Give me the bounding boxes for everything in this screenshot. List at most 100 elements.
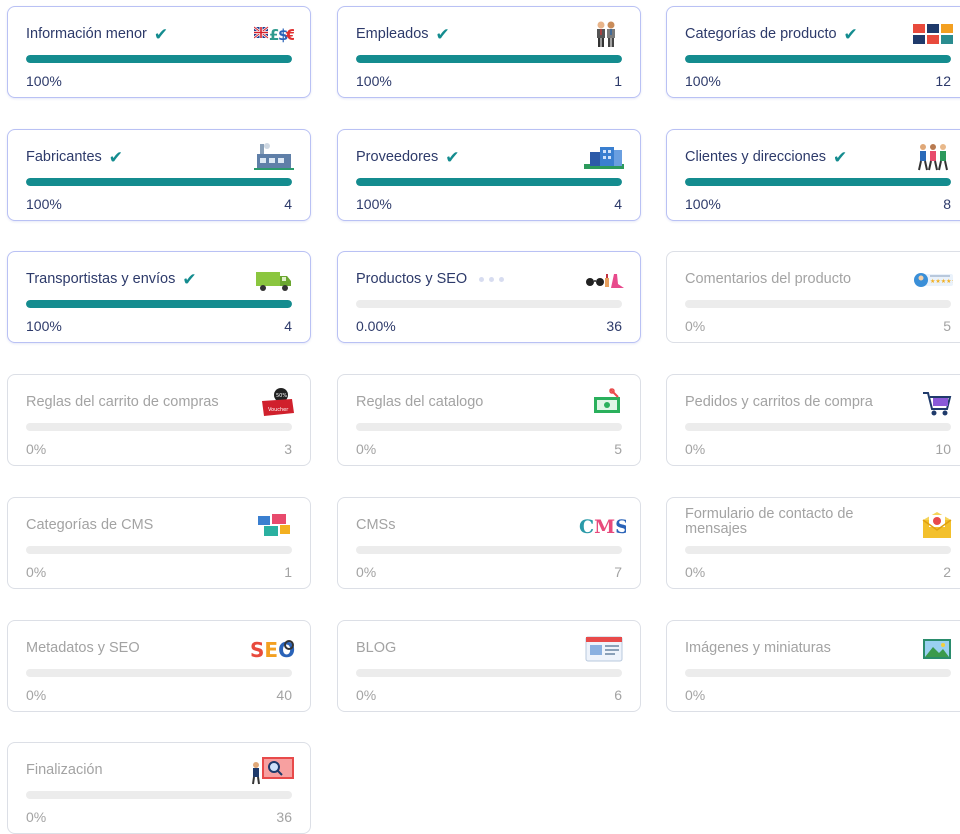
progress-percent: 100% <box>685 196 721 212</box>
reviews-icon: ★★★★★ <box>914 273 953 287</box>
category-grid-icon <box>913 24 953 44</box>
svg-text:CMS: CMS <box>579 516 626 538</box>
seo-icon: SEO <box>250 638 295 662</box>
step-card-carriers[interactable]: Transportistas y envíos ✔ 100% 4 <box>7 251 311 343</box>
step-card-product-reviews[interactable]: Comentarios del producto ★★★★★ 0% 5 <box>666 251 960 343</box>
step-card-catalog-rules[interactable]: Reglas del catalogo 0% 5 <box>337 374 641 466</box>
step-card-finalization[interactable]: Finalización 0% 36 <box>7 742 311 834</box>
progress-percent: 100% <box>356 196 392 212</box>
progress-percent: 0% <box>26 441 47 457</box>
check-icon: ✔ <box>108 147 124 167</box>
finalization-icon <box>252 757 294 785</box>
customers-icon <box>918 144 948 171</box>
step-title: Clientes y direcciones ✔ <box>685 147 848 167</box>
step-card-orders-carts[interactable]: Pedidos y carritos de compra 0% 10 <box>666 374 960 466</box>
progress-percent: 0% <box>26 687 47 703</box>
blog-icon <box>585 636 623 662</box>
step-card-contact-messages[interactable]: Formulario de contacto de mensajes 0% 2 <box>666 497 960 589</box>
progress-bar <box>26 300 292 308</box>
step-title: Categorías de producto ✔ <box>685 24 858 44</box>
loading-dots-icon <box>479 276 505 282</box>
progress-bar <box>685 546 951 554</box>
item-count: 1 <box>284 564 292 580</box>
step-title: Transportistas y envíos ✔ <box>26 269 197 289</box>
progress-percent: 100% <box>26 196 62 212</box>
item-count: 10 <box>935 441 951 457</box>
step-title: Reglas del carrito de compras <box>26 393 219 410</box>
step-title: Categorías de CMS <box>26 516 154 533</box>
progress-percent: 0% <box>26 809 47 825</box>
check-icon: ✔ <box>843 24 858 44</box>
step-title: Empleados ✔ <box>356 24 450 44</box>
progress-bar <box>685 669 951 677</box>
step-title: Finalización <box>26 761 103 778</box>
progress-bar <box>26 791 292 799</box>
step-title: Información menor ✔ <box>26 24 169 44</box>
step-card-suppliers[interactable]: Proveedores ✔ 100% 4 <box>337 129 641 221</box>
cms-categories-icon <box>258 514 290 536</box>
progress-bar <box>685 55 951 63</box>
progress-bar <box>26 178 292 186</box>
progress-percent: 0% <box>685 318 706 334</box>
progress-percent: 0% <box>356 564 377 580</box>
item-count: 5 <box>614 441 622 457</box>
progress-bar <box>356 300 622 308</box>
check-icon: ✔ <box>153 24 169 44</box>
progress-percent: 0% <box>356 687 377 703</box>
envelope-icon <box>922 512 952 538</box>
step-card-cart-rules[interactable]: Reglas del carrito de compras 50% Vouche… <box>7 374 311 466</box>
item-count: 5 <box>943 318 951 334</box>
svg-text:€: € <box>285 26 294 44</box>
check-icon: ✔ <box>182 269 197 289</box>
progress-percent: 100% <box>26 73 62 89</box>
progress-percent: 100% <box>685 73 721 89</box>
factory-icon <box>254 143 294 170</box>
step-card-minor-info[interactable]: Información menor ✔ £ $ € 100% <box>7 6 311 98</box>
step-card-blog[interactable]: BLOG 0% 6 <box>337 620 641 712</box>
item-count: 40 <box>276 687 292 703</box>
item-count: 4 <box>614 196 622 212</box>
item-count: 6 <box>614 687 622 703</box>
truck-icon <box>256 272 291 291</box>
step-card-images-thumbnails[interactable]: Imágenes y miniaturas 0% <box>666 620 960 712</box>
step-title: Metadatos y SEO <box>26 639 140 656</box>
cms-text-icon: CMS <box>579 516 626 538</box>
item-count: 7 <box>614 564 622 580</box>
step-title: Comentarios del producto <box>685 270 852 287</box>
progress-bar <box>26 55 292 63</box>
price-tag-icon <box>594 388 620 413</box>
item-count: 12 <box>935 73 951 89</box>
item-count: 36 <box>606 318 622 334</box>
step-title: CMSs <box>356 516 396 533</box>
progress-bar <box>356 423 622 431</box>
item-count: 36 <box>276 809 292 825</box>
progress-bar <box>26 546 292 554</box>
progress-bar <box>356 55 622 63</box>
step-card-products-seo[interactable]: Productos y SEO 0.00% 36 <box>337 251 641 343</box>
step-title: Productos y SEO <box>356 270 556 288</box>
step-card-customers-addresses[interactable]: Clientes y direcciones ✔ 100% 8 <box>666 129 960 221</box>
image-icon <box>923 639 951 659</box>
step-card-cms-categories[interactable]: Categorías de CMS 0% 1 <box>7 497 311 589</box>
svg-text:★★★★★: ★★★★★ <box>930 278 953 285</box>
products-icon <box>586 274 624 288</box>
step-title: Fabricantes ✔ <box>26 147 124 167</box>
cart-icon <box>923 392 952 416</box>
step-card-employees[interactable]: Empleados ✔ 100% 1 <box>337 6 641 98</box>
item-count: 4 <box>284 318 292 334</box>
step-card-manufacturers[interactable]: Fabricantes ✔ 100% 4 <box>7 129 311 221</box>
progress-percent: 100% <box>356 73 392 89</box>
progress-percent: 100% <box>26 318 62 334</box>
step-title: Imágenes y miniaturas <box>685 639 831 656</box>
step-card-product-categories[interactable]: Categorías de producto ✔ 100% 12 <box>666 6 960 98</box>
step-card-metadata-seo[interactable]: Metadatos y SEO SEO 0% 40 <box>7 620 311 712</box>
svg-text:50%: 50% <box>276 393 287 399</box>
progress-percent: 0.00% <box>356 318 396 334</box>
step-title: Reglas del catalogo <box>356 393 484 410</box>
voucher-icon: 50% Voucher <box>262 388 294 416</box>
progress-bar <box>356 546 622 554</box>
check-icon: ✔ <box>833 147 848 167</box>
progress-bar <box>685 178 951 186</box>
building-icon <box>584 147 624 169</box>
step-card-cms[interactable]: CMSs CMS 0% 7 <box>337 497 641 589</box>
